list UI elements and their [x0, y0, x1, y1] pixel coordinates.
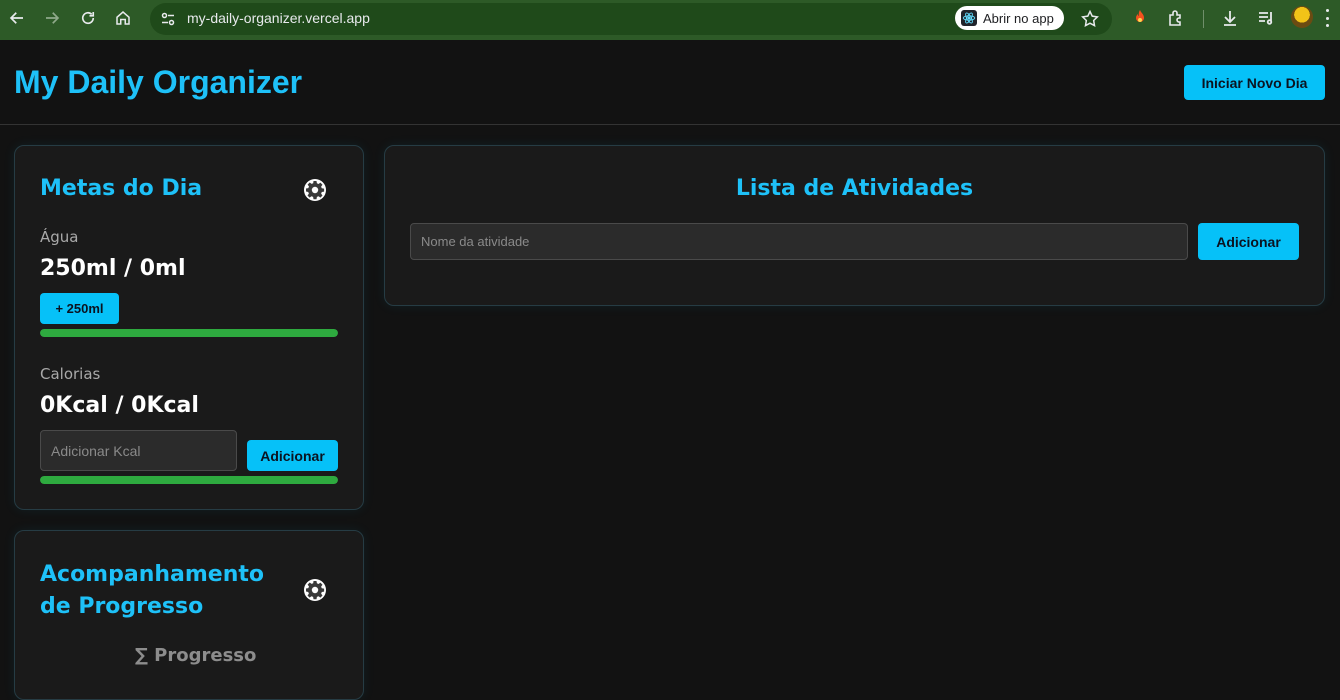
site-info-icon[interactable]	[160, 11, 176, 27]
calories-label: Calorias	[40, 365, 101, 383]
start-new-day-button[interactable]: Iniciar Novo Dia	[1184, 65, 1325, 100]
download-icon[interactable]	[1220, 8, 1240, 28]
home-icon[interactable]	[111, 6, 135, 30]
extensions-puzzle-icon[interactable]	[1166, 8, 1186, 28]
fire-extension-icon[interactable]	[1130, 8, 1150, 28]
water-label: Água	[40, 228, 79, 246]
browser-toolbar: my-daily-organizer.vercel.app Abrir no a…	[0, 0, 1340, 40]
water-progress-bar	[40, 329, 338, 337]
add-activity-button[interactable]: Adicionar	[1198, 223, 1299, 260]
calories-value: 0Kcal / 0Kcal	[40, 393, 199, 418]
react-icon	[961, 10, 977, 26]
address-bar[interactable]: my-daily-organizer.vercel.app Abrir no a…	[150, 3, 1112, 35]
add-water-button[interactable]: + 250ml	[40, 293, 119, 324]
progress-subtitle: ∑ Progresso	[135, 645, 257, 666]
progress-title: Acompanhamento de Progresso	[40, 562, 265, 619]
activities-card: Lista de Atividades Adicionar	[384, 145, 1325, 306]
open-in-app-button[interactable]: Abrir no app	[955, 6, 1064, 30]
goals-title: Metas do Dia	[40, 176, 203, 201]
add-calories-button[interactable]: Adicionar	[247, 440, 338, 471]
profile-avatar[interactable]	[1291, 6, 1313, 28]
daily-goals-card: Metas do Dia Água 250ml / 0ml + 250ml Ca…	[14, 145, 364, 510]
water-progress-fill	[40, 329, 338, 337]
browser-menu-icon[interactable]	[1324, 9, 1330, 27]
gear-icon[interactable]	[303, 578, 327, 602]
progress-tracking-card: Acompanhamento de Progresso ∑ Progresso	[14, 530, 364, 700]
bookmark-star-icon[interactable]	[1080, 9, 1100, 29]
app-header: My Daily Organizer Iniciar Novo Dia	[0, 40, 1340, 125]
activity-name-input[interactable]	[410, 223, 1188, 260]
media-control-icon[interactable]	[1256, 8, 1276, 28]
gear-icon[interactable]	[303, 178, 327, 202]
open-in-app-label: Abrir no app	[983, 10, 1054, 26]
water-value: 250ml / 0ml	[40, 256, 186, 281]
toolbar-separator	[1203, 10, 1204, 28]
calories-input[interactable]	[40, 430, 237, 471]
activities-title: Lista de Atividades	[735, 176, 974, 201]
calories-progress-fill	[40, 476, 338, 484]
back-icon[interactable]	[5, 6, 29, 30]
calories-progress-bar	[40, 476, 338, 484]
reload-icon[interactable]	[76, 6, 100, 30]
app-title: My Daily Organizer	[14, 64, 303, 100]
url-text[interactable]: my-daily-organizer.vercel.app	[187, 10, 370, 26]
forward-icon[interactable]	[40, 6, 64, 30]
